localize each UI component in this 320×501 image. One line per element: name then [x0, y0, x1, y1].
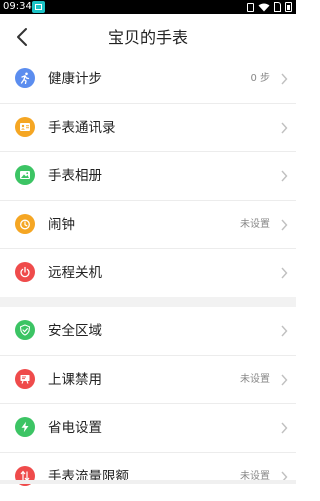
app-notification-icon — [32, 1, 45, 13]
row-label: 上课禁用 — [48, 356, 102, 404]
chevron-right-icon — [280, 267, 288, 279]
wifi-icon — [258, 3, 270, 12]
chevron-right-icon — [280, 374, 288, 386]
chevron-right-icon — [280, 73, 288, 85]
contacts-icon — [15, 117, 35, 137]
row-label: 手表相册 — [48, 152, 102, 200]
row-label: 健康计步 — [48, 55, 102, 103]
shield-icon — [15, 320, 35, 340]
bolt-icon — [15, 417, 35, 437]
row-class-disable[interactable]: 上课禁用 未设置 — [0, 356, 296, 405]
chevron-right-icon — [280, 219, 288, 231]
row-health-steps[interactable]: 健康计步 0 步 — [0, 55, 296, 104]
row-power-saving[interactable]: 省电设置 — [0, 404, 296, 453]
chevron-right-icon — [280, 122, 288, 134]
chevron-right-icon — [280, 325, 288, 337]
row-label: 手表流量限额 — [48, 453, 129, 501]
row-value: 未设置 — [240, 453, 270, 501]
power-icon — [15, 262, 35, 282]
row-safe-zone[interactable]: 安全区域 — [0, 307, 296, 356]
row-value: 未设置 — [240, 201, 270, 249]
row-watch-contacts[interactable]: 手表通讯录 — [0, 104, 296, 153]
row-remote-shutdown[interactable]: 远程关机 — [0, 249, 296, 298]
alarm-icon — [15, 214, 35, 234]
battery-icon — [285, 2, 292, 12]
run-icon — [15, 68, 35, 88]
status-bar: 09:34 — [0, 0, 296, 14]
chevron-right-icon — [280, 170, 288, 182]
row-label: 省电设置 — [48, 404, 102, 452]
row-data-limit[interactable]: 手表流量限额 未设置 — [0, 453, 296, 501]
row-label: 远程关机 — [48, 249, 102, 297]
row-label: 安全区域 — [48, 307, 102, 355]
row-watch-album[interactable]: 手表相册 — [0, 152, 296, 201]
photo-icon — [15, 165, 35, 185]
status-icons — [247, 1, 292, 13]
settings-group-1: 健康计步 0 步 手表通讯录 手表相册 闹钟 未设置 远程关机 — [0, 55, 296, 298]
row-value: 0 步 — [250, 55, 270, 103]
chevron-right-icon — [280, 422, 288, 434]
row-label: 闹钟 — [48, 201, 75, 249]
row-value: 未设置 — [240, 356, 270, 404]
row-label: 手表通讯录 — [48, 104, 116, 152]
sim-icon — [274, 2, 281, 12]
settings-group-2: 安全区域 上课禁用 未设置 省电设置 手表流量限额 未设置 — [0, 307, 296, 501]
bottom-edge — [0, 480, 296, 484]
class-ban-icon — [15, 369, 35, 389]
status-time: 09:34 — [3, 0, 32, 14]
vibrate-icon — [247, 3, 254, 12]
row-alarm[interactable]: 闹钟 未设置 — [0, 201, 296, 250]
